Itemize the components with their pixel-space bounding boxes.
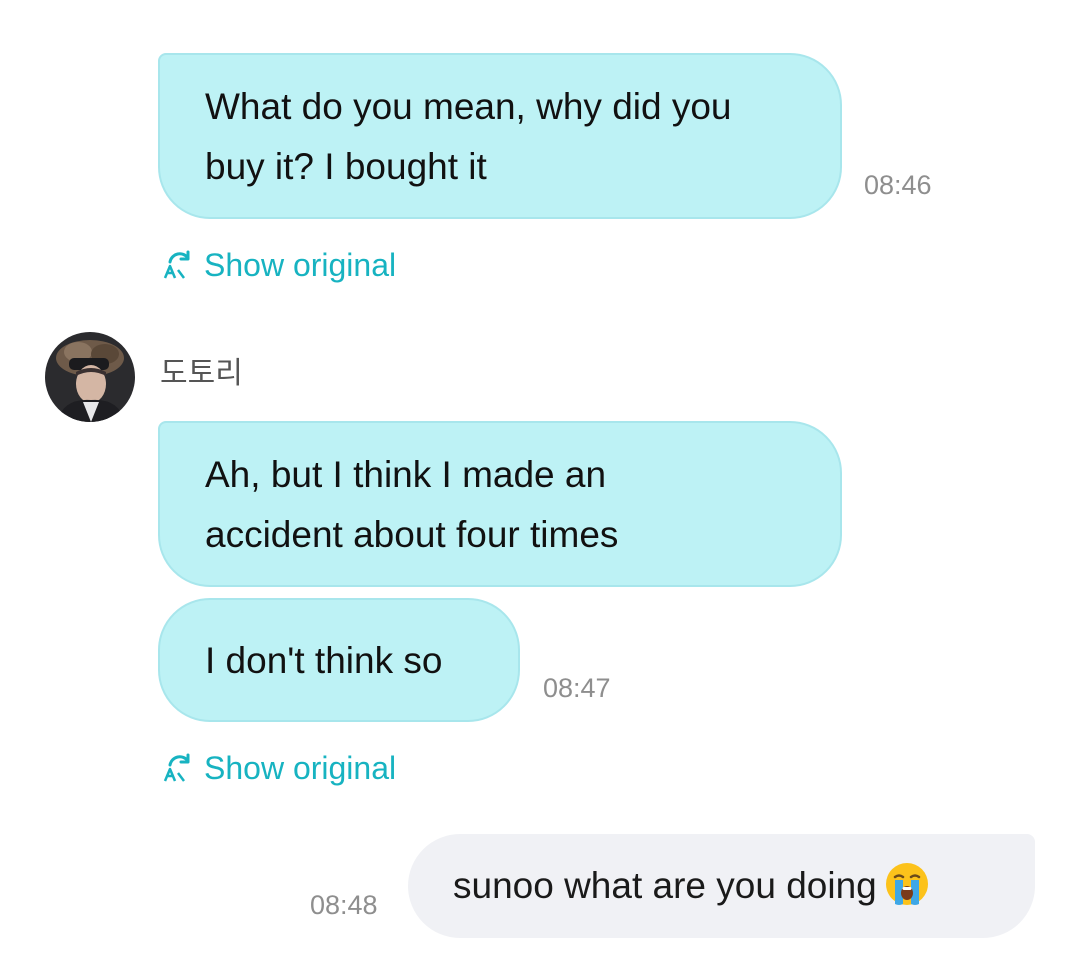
message-timestamp: 08:46 [864, 170, 932, 200]
message-text-line: What do you mean, why did you [205, 86, 732, 127]
message-timestamp: 08:47 [543, 673, 611, 703]
message-timestamp: 08:48 [310, 890, 378, 920]
message-bubble[interactable]: I don't think so [158, 598, 520, 722]
show-original-link[interactable]: Show original [162, 245, 396, 285]
show-original-label: Show original [204, 247, 397, 283]
translate-icon [163, 250, 190, 279]
avatar-image [45, 332, 135, 422]
message-bubble[interactable]: What do you mean, why did you buy it? I … [158, 53, 842, 219]
message-text-line: Ah, but I think I made an [205, 454, 607, 495]
message-text: I don't think so [205, 640, 443, 681]
show-original-link[interactable]: Show original [162, 748, 396, 788]
show-original-label: Show original [204, 750, 397, 786]
message-text-line: buy it? I bought it [205, 146, 487, 187]
message-text: sunoo what are you doing [453, 865, 877, 906]
message-bubble[interactable]: Ah, but I think I made an accident about… [158, 421, 842, 587]
message-text-line: accident about four times [205, 514, 619, 555]
sender-name: 도토리 [160, 357, 243, 390]
avatar[interactable] [45, 332, 135, 422]
message-bubble-outgoing[interactable]: sunoo what are you doing [408, 834, 1035, 938]
translate-icon [163, 753, 190, 782]
loudly-crying-face-emoji [885, 863, 928, 906]
